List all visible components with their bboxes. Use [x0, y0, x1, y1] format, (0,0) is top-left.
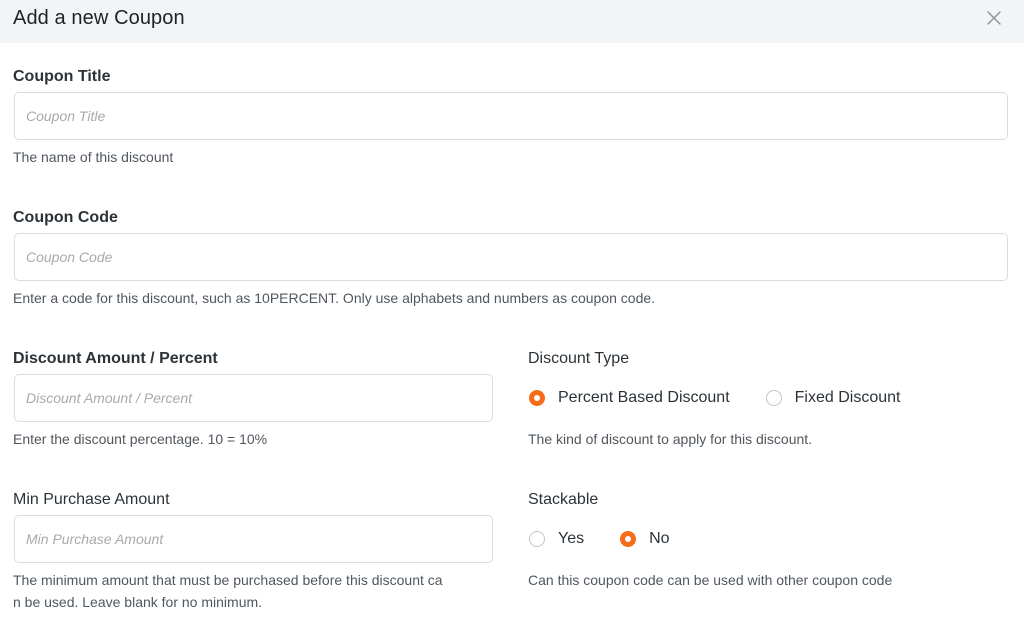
dialog-title: Add a new Coupon — [13, 7, 185, 29]
radio-label: Fixed Discount — [794, 389, 901, 406]
stackable-help: Can this coupon code can be used with ot… — [528, 572, 893, 588]
coupon-code-help: Enter a code for this discount, such as … — [13, 290, 656, 306]
coupon-title-help: The name of this discount — [13, 149, 174, 165]
radio-button-checked[interactable] — [620, 531, 637, 547]
min-purchase-help-line-2: n be used. Leave blank for no minimum. — [13, 594, 263, 610]
radio-label: Yes — [558, 530, 585, 547]
dialog-header: Add a new Coupon — [0, 0, 1024, 43]
radio-button[interactable] — [765, 390, 782, 406]
coupon-code-label: Coupon Code — [13, 209, 118, 226]
discount-amount-help: Enter the discount percentage. 10 = 10% — [13, 431, 268, 447]
radio-label: No — [649, 530, 670, 547]
discount-type-label: Discount Type — [528, 350, 630, 367]
radio-button-checked[interactable] — [529, 390, 545, 406]
radio-button[interactable] — [529, 531, 545, 547]
stackable-label: Stackable — [528, 491, 599, 508]
coupon-title-label: Coupon Title — [13, 68, 111, 85]
discount-type-help: The kind of discount to apply for this d… — [528, 431, 813, 447]
radio-percent-based-discount[interactable]: Percent Based Discount — [529, 389, 730, 407]
radio-label: Percent Based Discount — [558, 389, 730, 406]
close-button[interactable] — [982, 6, 1006, 30]
discount-amount-label: Discount Amount / Percent — [13, 350, 218, 367]
coupon-code-input[interactable] — [14, 233, 1008, 281]
discount-type-radio-group: Percent Based Discount Fixed Discount — [529, 388, 936, 408]
discount-amount-input[interactable] — [14, 374, 493, 422]
radio-stackable-yes[interactable]: Yes — [529, 530, 584, 548]
radio-stackable-no[interactable]: No — [620, 530, 670, 548]
coupon-title-input[interactable] — [14, 92, 1008, 140]
close-icon — [987, 11, 1001, 25]
min-purchase-help-line-1: The minimum amount that must be purchase… — [13, 572, 443, 588]
radio-fixed-discount[interactable]: Fixed Discount — [765, 389, 901, 407]
min-purchase-input[interactable] — [14, 515, 493, 563]
stackable-radio-group: Yes No — [529, 529, 706, 549]
min-purchase-label: Min Purchase Amount — [13, 491, 170, 508]
